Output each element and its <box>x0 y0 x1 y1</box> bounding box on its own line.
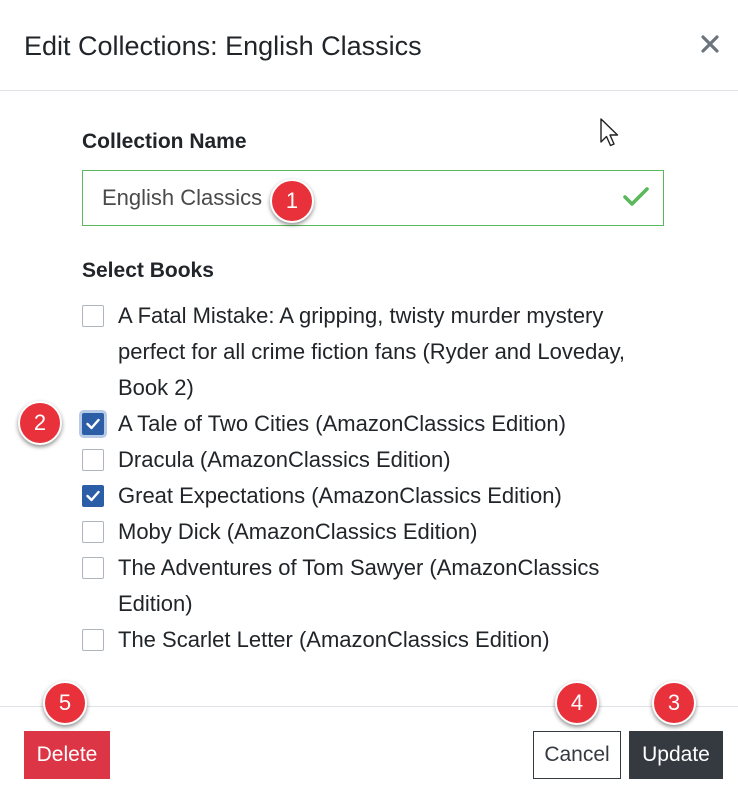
book-label: A Fatal Mistake: A gripping, twisty murd… <box>118 303 626 400</box>
modal-footer: Delete Cancel Update <box>0 706 738 800</box>
update-button[interactable]: Update <box>629 731 723 779</box>
book-checkbox[interactable] <box>82 413 104 435</box>
cancel-button[interactable]: Cancel <box>533 731 621 779</box>
modal-body: Collection Name Select Books A Fatal Mis… <box>0 92 738 706</box>
mouse-cursor-icon <box>600 118 619 147</box>
book-checkbox[interactable] <box>82 521 104 543</box>
callout-badge: 3 <box>652 681 696 725</box>
delete-button[interactable]: Delete <box>24 731 110 779</box>
callout-badge: 5 <box>43 681 87 725</box>
collection-name-field-wrapper <box>82 170 664 226</box>
book-checkbox[interactable] <box>82 449 104 471</box>
book-checkbox[interactable] <box>82 557 104 579</box>
close-icon <box>701 35 719 53</box>
book-label: The Adventures of Tom Sawyer (AmazonClas… <box>118 555 600 616</box>
book-checkbox[interactable] <box>82 305 104 327</box>
checkmark-icon <box>86 490 100 502</box>
book-label: Moby Dick (AmazonClassics Edition) <box>118 519 478 544</box>
valid-check-icon <box>623 187 649 206</box>
select-books-label: Select Books <box>82 259 214 282</box>
collection-name-label: Collection Name <box>82 130 247 153</box>
close-button[interactable] <box>692 26 728 62</box>
book-label: The Scarlet Letter (AmazonClassics Editi… <box>118 627 550 652</box>
modal-header: Edit Collections: English Classics <box>0 0 738 91</box>
checkmark-icon <box>86 418 100 430</box>
callout-badge: 2 <box>18 401 62 445</box>
modal-title: Edit Collections: English Classics <box>24 31 422 61</box>
book-label: Dracula (AmazonClassics Edition) <box>118 447 451 472</box>
book-label: Great Expectations (AmazonClassics Editi… <box>118 483 562 508</box>
book-label: A Tale of Two Cities (AmazonClassics Edi… <box>118 411 566 436</box>
callout-badge: 4 <box>555 681 599 725</box>
book-checkbox[interactable] <box>82 629 104 651</box>
callout-badge: 1 <box>270 179 314 223</box>
collection-name-input[interactable] <box>83 171 603 225</box>
edit-collection-modal: Edit Collections: English Classics Colle… <box>0 0 738 800</box>
book-checkbox[interactable] <box>82 485 104 507</box>
